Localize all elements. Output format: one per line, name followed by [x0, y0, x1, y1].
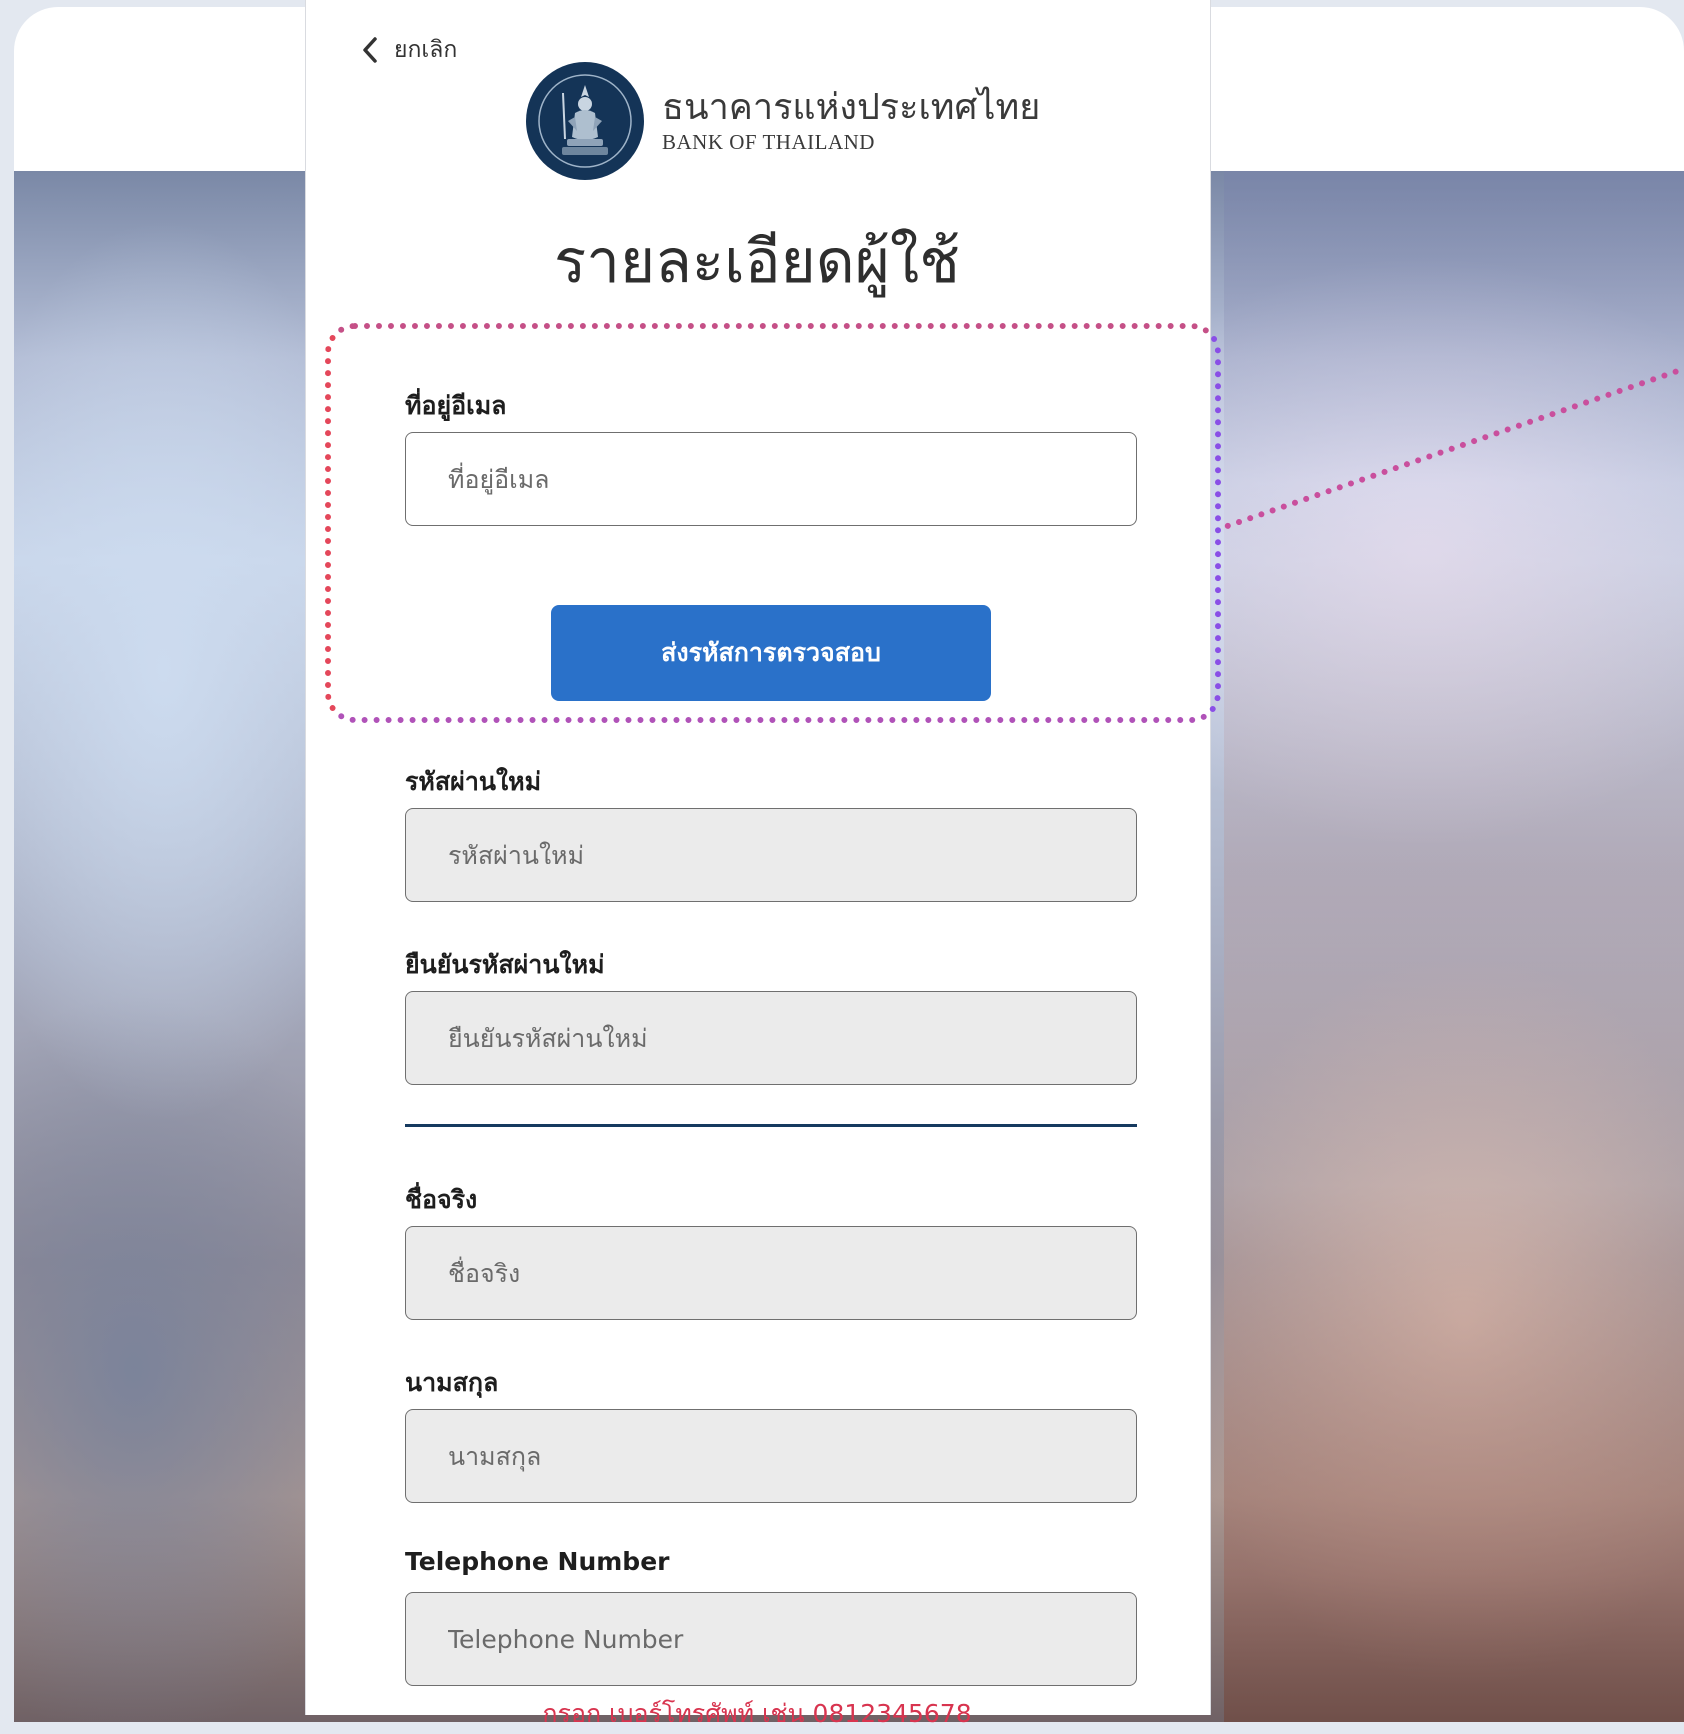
email-field[interactable]	[405, 432, 1137, 526]
chevron-left-icon	[360, 35, 380, 65]
email-label: ที่อยู่อีเมล	[405, 391, 507, 420]
confirm-password-label: ยืนยันรหัสผ่านใหม่	[405, 950, 605, 979]
last-name-label: นามสกุล	[405, 1368, 499, 1397]
section-divider	[405, 1124, 1137, 1127]
first-name-field[interactable]	[405, 1226, 1137, 1320]
bank-name: ธนาคารแห่งประเทศไทย BANK OF THAILAND	[662, 87, 1040, 155]
telephone-field[interactable]	[405, 1592, 1137, 1686]
first-name-label: ชื่อจริง	[405, 1185, 478, 1214]
telephone-label: Telephone Number	[405, 1547, 670, 1576]
page-title: รายละเอียดผู้ใช้	[554, 227, 960, 297]
send-verification-code-button[interactable]: ส่งรหัสการตรวจสอบ	[551, 605, 991, 701]
telephone-hint: กรอก เบอร์โทรศัพท์ เช่น 0812345678	[542, 1699, 972, 1728]
last-name-field[interactable]	[405, 1409, 1137, 1503]
bank-logo: ธนาคารแห่งประเทศไทย BANK OF THAILAND	[526, 62, 1040, 180]
bank-name-english: BANK OF THAILAND	[662, 130, 875, 154]
new-password-field[interactable]	[405, 808, 1137, 902]
confirm-password-field[interactable]	[405, 991, 1137, 1085]
cancel-label: ยกเลิก	[394, 37, 458, 63]
new-password-label: รหัสผ่านใหม่	[405, 767, 542, 796]
cancel-link[interactable]: ยกเลิก	[360, 32, 457, 68]
bank-name-thai: ธนาคารแห่งประเทศไทย	[662, 87, 1041, 128]
bank-seal-icon	[526, 62, 644, 180]
background-tint	[1224, 171, 1684, 1722]
